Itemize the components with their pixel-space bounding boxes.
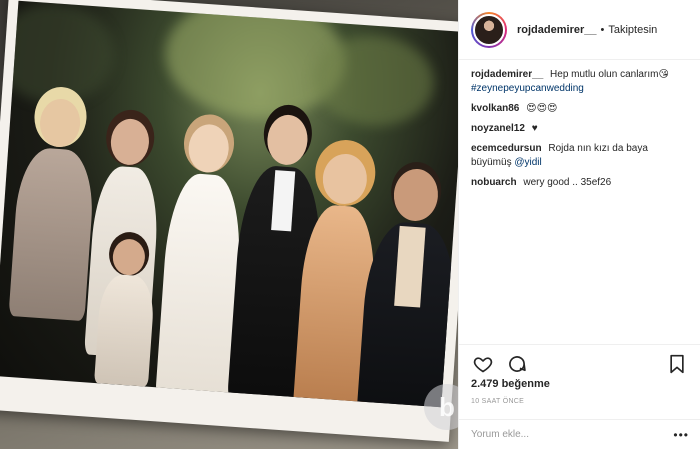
comment-text: ♥ <box>531 123 538 134</box>
heart-icon[interactable] <box>471 352 495 376</box>
avatar[interactable] <box>473 13 505 46</box>
caption-username[interactable]: rojdademirer__ <box>471 69 543 80</box>
printed-photo <box>0 0 458 442</box>
watermark-letter: b <box>439 391 455 422</box>
post-author-username[interactable]: rojdademirer__ <box>517 24 596 36</box>
add-comment-input[interactable] <box>471 429 674 440</box>
caption: rojdademirer__ Hep mutlu olun canlarım😘 … <box>471 68 688 96</box>
bookmark-icon[interactable] <box>665 352 689 376</box>
comment-text: wery good .. 35ef26 <box>523 177 612 188</box>
guest-dark-suit <box>353 166 458 408</box>
add-comment-bar: ••• <box>459 419 700 449</box>
post-actions-bar <box>459 344 700 382</box>
caption-hashtag[interactable]: #zeynepeyupcanwedding <box>471 82 688 96</box>
comment-username[interactable]: ecemcedursun <box>471 143 542 154</box>
comment-item: nobuarch wery good .. 35ef26 <box>471 176 688 190</box>
post-timestamp: 10 SAAT ÖNCE <box>471 398 525 405</box>
wedding-group-photo <box>0 0 458 408</box>
comment-username[interactable]: kvolkan86 <box>471 103 519 114</box>
post-side-panel: rojdademirer__ • Takiptesin rojdademirer… <box>458 0 700 449</box>
post-header: rojdademirer__ • Takiptesin <box>459 0 700 60</box>
comment-item: ecemcedursun Rojda nın kızı da baya büyü… <box>471 142 688 170</box>
separator-dot: • <box>600 23 605 36</box>
avatar-story-ring[interactable] <box>471 11 507 48</box>
child-guest <box>90 237 160 387</box>
comments-list: rojdademirer__ Hep mutlu olun canlarım😘 … <box>459 60 700 190</box>
post-photo-area[interactable]: b <box>0 0 458 449</box>
comment-username[interactable]: nobuarch <box>471 177 517 188</box>
foliage-backdrop-left <box>0 0 119 108</box>
comment-item: kvolkan86 😍😍😍 <box>471 102 688 116</box>
comment-item: noyzanel12 ♥ <box>471 122 688 136</box>
comment-mention[interactable]: @yidil <box>514 157 541 168</box>
comment-username[interactable]: noyzanel12 <box>471 123 525 134</box>
like-count[interactable]: 2.479 beğenme <box>471 378 550 390</box>
follow-status-button[interactable]: Takiptesin <box>608 24 657 36</box>
caption-emoji: 😘 <box>658 69 669 80</box>
comment-text: 😍😍😍 <box>526 103 558 114</box>
more-options-icon[interactable]: ••• <box>673 428 689 442</box>
comment-icon[interactable] <box>505 352 529 376</box>
caption-text: Hep mutlu olun canlarım <box>550 69 659 80</box>
